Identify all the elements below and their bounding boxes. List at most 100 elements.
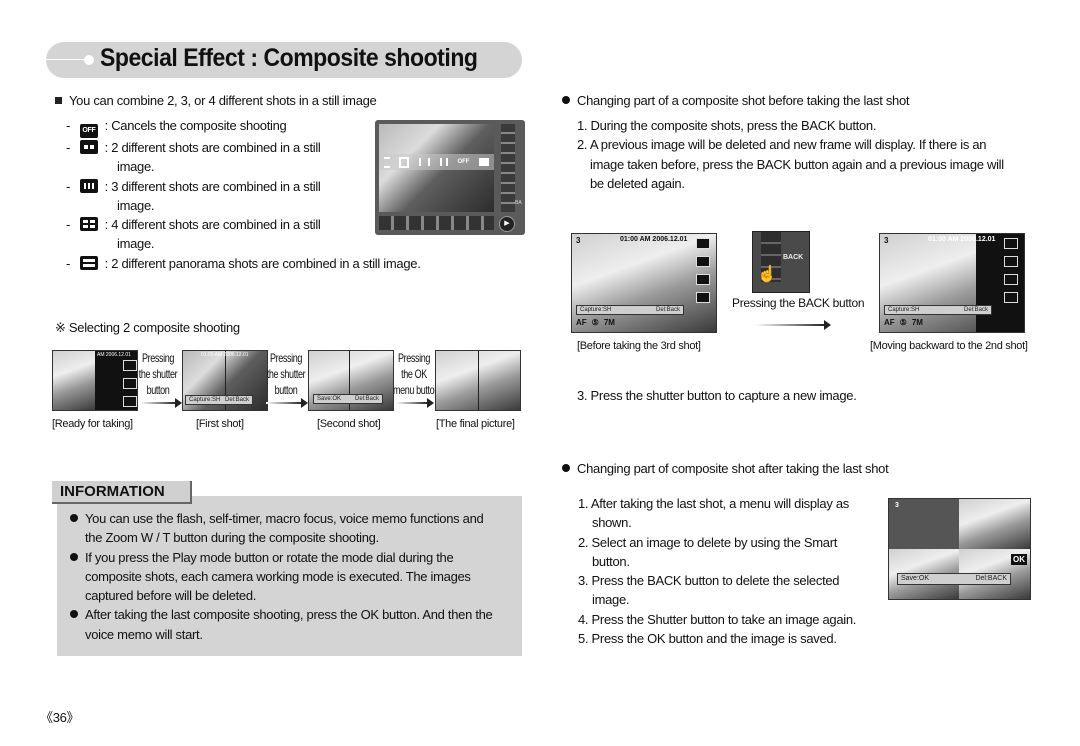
bottom-buttons <box>379 216 494 230</box>
screen-time: 01:00 AM 2006.12.01 <box>620 236 688 243</box>
screen-side-icons <box>123 360 137 410</box>
mode-item-3: - : 3 different shots are combined in a … <box>66 178 321 194</box>
caption-second-shot: [Second shot] <box>317 418 381 430</box>
back-button-illustration: BACK ☝ <box>752 231 810 293</box>
section2-heading: Changing part of composite shot after ta… <box>562 459 889 478</box>
screen-photo <box>53 351 95 410</box>
arrow-label-1: Pressing the shutter button <box>138 351 178 397</box>
back-label: BACK <box>783 254 804 261</box>
mode-desc: : 2 different shots are combined in a st… <box>104 140 321 155</box>
screen-bottom-icons: AF ⑤ 7M <box>884 318 923 327</box>
shot-count: 3 <box>576 236 581 245</box>
step: 4. Press the Shutter button to take an i… <box>578 611 857 627</box>
back-label: BA <box>515 200 522 206</box>
info-bullet-cont: the Zoom W / T button during the composi… <box>85 530 379 546</box>
page-number: 《36》 <box>40 710 80 725</box>
step-cont: button. <box>592 553 630 569</box>
step: 1. During the composite shots, press the… <box>577 118 877 133</box>
page-title: Special Effect : Composite shooting <box>100 44 478 72</box>
information-label: INFORMATION <box>52 481 192 504</box>
panorama-shots-icon <box>79 255 98 270</box>
info-bullet: You can use the flash, self-timer, macro… <box>70 509 493 528</box>
arrow-icon <box>755 320 831 330</box>
screen-ready: AM 2006.12.01 <box>52 350 138 411</box>
camera-back-illustration: OFF BA ▶ <box>375 120 525 235</box>
caption-moving-backward: [Moving backward to the 2nd shot] <box>870 340 1028 352</box>
title-decoration-line <box>46 59 86 60</box>
mode-item-panorama: - : 2 different panorama shots are combi… <box>66 255 421 271</box>
caption-first-shot: [First shot] <box>196 418 244 430</box>
step: 2. Select an image to delete by using th… <box>578 534 838 550</box>
caption-ready: [Ready for taking] <box>52 418 133 430</box>
selected-option-icon <box>479 158 490 166</box>
screen-menu-bar: Capture:SH Del:Back <box>576 305 684 315</box>
two-shots-icon <box>79 140 98 154</box>
screen-bottom-icons: AF ⑤ 7M <box>576 318 615 327</box>
arrow-label-2: Pressing the shutter button <box>266 351 306 397</box>
play-button-icon: ▶ <box>499 216 515 232</box>
four-option-icon <box>399 156 410 168</box>
off-icon: OFF <box>79 124 98 138</box>
section1-steps: 1. During the composite shots, press the… <box>577 116 1004 193</box>
screen-side-icons <box>696 238 710 310</box>
hand-pointer-icon: ☝ <box>757 266 777 283</box>
mode-desc-cont: image. <box>117 159 155 175</box>
info-bullet-cont: voice memo will start. <box>85 626 203 642</box>
side-buttons <box>501 124 515 212</box>
screen-before-3rd-shot: 3 01:00 AM 2006.12.01 Capture:SH Del:Back… <box>571 233 717 333</box>
selecting-heading: ※ Selecting 2 composite shooting <box>55 320 240 335</box>
four-shots-icon <box>79 217 98 232</box>
page-title-bar: Special Effect : Composite shooting <box>46 42 522 78</box>
step-cont: be deleted again. <box>590 175 685 191</box>
section1-heading: Changing part of a composite shot before… <box>562 91 910 110</box>
panorama-option-icon <box>383 156 390 168</box>
mode-item-4: - : 4 different shots are combined in a … <box>66 217 321 233</box>
screen-first-shot: 01:00 AM 2006.12.01 Capture:SH Del:Back <box>182 350 268 411</box>
step: 2. A previous image will be deleted and … <box>577 137 987 153</box>
step-cont: image taken before, press the BACK butto… <box>590 156 1004 172</box>
mode-desc: : Cancels the composite shooting <box>104 118 287 133</box>
arrow-label-3: Pressing the OK menu button <box>393 351 439 397</box>
screen-menu-bar: Capture:SH Del:Back <box>185 395 253 405</box>
screen-moving-backward: 3 01:00 AM 2006.12.01 Capture:SH Del:Back… <box>879 233 1025 333</box>
two-option-icon <box>439 158 448 166</box>
info-bullet: After taking the last composite shooting… <box>70 605 493 624</box>
shot-count: 3 <box>895 502 899 509</box>
step-cont: shown. <box>592 515 632 531</box>
mode-item-2: - : 2 different shots are combined in a … <box>66 140 321 155</box>
mode-desc-cont: image. <box>117 197 155 213</box>
mode-list: - OFF : Cancels the composite shooting -… <box>66 116 421 273</box>
ok-badge: OK <box>1011 554 1027 565</box>
caption-pressing-back: Pressing the BACK button <box>732 296 865 310</box>
mode-item-off: - OFF : Cancels the composite shooting <box>66 116 421 138</box>
screen-menu-bar: Save:OK Del:BACK <box>897 573 1011 585</box>
info-bullet-cont: composite shots, each camera working mod… <box>85 568 471 584</box>
arrow-icon <box>396 398 434 408</box>
screen-time: 01:00 AM 2006.12.01 <box>928 236 996 243</box>
step-cont: image. <box>592 592 630 608</box>
screen-side-icons <box>1004 238 1018 310</box>
caption-before-3rd: [Before taking the 3rd shot] <box>577 340 701 352</box>
title-decoration-dot <box>84 55 94 65</box>
step: 3. Press the BACK button to delete the s… <box>578 573 840 589</box>
mode-desc: : 4 different shots are combined in a st… <box>104 217 321 233</box>
mode-desc: : 2 different panorama shots are combine… <box>104 255 421 271</box>
mode-desc: : 3 different shots are combined in a st… <box>104 178 321 194</box>
screen-time: 01:00 AM 2006.12.01 <box>201 352 249 358</box>
square-bullet-icon <box>55 97 62 104</box>
caption-final-picture: [The final picture] <box>436 418 515 430</box>
screen-menu-bar: Save:OK Del:Back <box>313 394 383 404</box>
intro-label: You can combine 2, 3, or 4 different sho… <box>69 93 377 108</box>
screen-final-picture <box>435 350 521 411</box>
info-bullet: If you press the Play mode button or rot… <box>70 548 493 567</box>
section2-steps: 1. After taking the last shot, a menu wi… <box>578 494 856 648</box>
step-3: 3. Press the shutter button to capture a… <box>577 388 857 403</box>
mode-desc-cont: image. <box>117 236 155 252</box>
intro-text: You can combine 2, 3, or 4 different sho… <box>55 91 377 110</box>
three-shots-icon <box>79 178 98 193</box>
step: 1. After taking the last shot, a menu wi… <box>578 496 849 511</box>
arrow-icon <box>266 398 308 408</box>
screen-time: AM 2006.12.01 <box>97 352 131 358</box>
screen-second-shot: Save:OK Del:Back <box>308 350 394 411</box>
three-option-icon <box>419 158 431 166</box>
